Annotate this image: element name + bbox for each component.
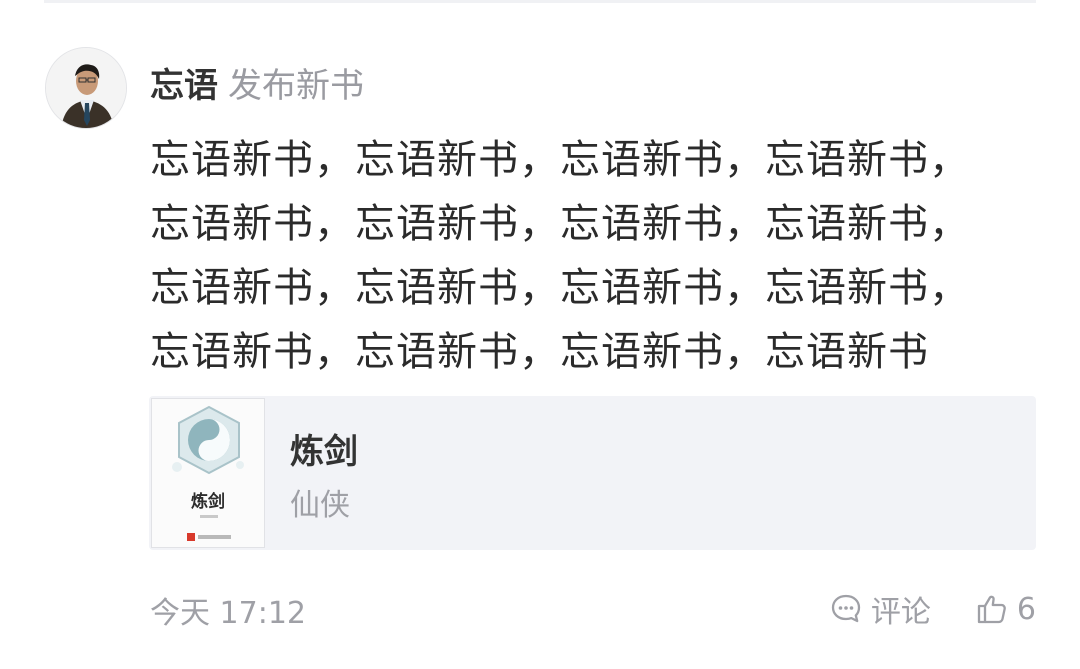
post-action-text: 发布新书 xyxy=(228,65,364,106)
post-header: 忘语 发布新书 xyxy=(150,58,364,106)
like-button[interactable]: 6 xyxy=(975,592,1036,627)
thumbs-up-icon xyxy=(977,595,1006,624)
avatar-portrait xyxy=(46,48,126,128)
book-cover-title: 炼剑 xyxy=(191,492,225,512)
post-actions: 评论 6 xyxy=(829,586,1036,632)
comment-label: 评论 xyxy=(870,595,931,630)
book-cover-author-line xyxy=(200,515,218,518)
top-divider xyxy=(44,0,1036,3)
book-card[interactable]: 炼剑 炼剑 仙侠 xyxy=(149,396,1036,550)
comment-button[interactable]: 评论 xyxy=(829,587,931,631)
post-page: 忘语 发布新书 忘语新书，忘语新书，忘语新书，忘语新书，忘语新书，忘语新书，忘语… xyxy=(0,0,1080,669)
book-cover: 炼剑 xyxy=(151,398,265,548)
book-cover-publisher-logo xyxy=(187,533,233,541)
book-title[interactable]: 炼剑 xyxy=(290,424,358,473)
publisher-text-mark xyxy=(198,535,231,539)
book-genre: 仙侠 xyxy=(290,488,350,523)
author-name[interactable]: 忘语 xyxy=(150,58,218,107)
like-count: 6 xyxy=(1016,591,1036,627)
post-timestamp: 今天 17:12 xyxy=(150,596,306,631)
post-body: 忘语新书，忘语新书，忘语新书，忘语新书，忘语新书，忘语新书，忘语新书，忘语新书，… xyxy=(150,137,970,375)
comment-icon xyxy=(831,594,861,623)
author-avatar[interactable] xyxy=(45,47,127,129)
publisher-mark-icon xyxy=(187,533,195,541)
taiji-emblem xyxy=(172,405,244,475)
